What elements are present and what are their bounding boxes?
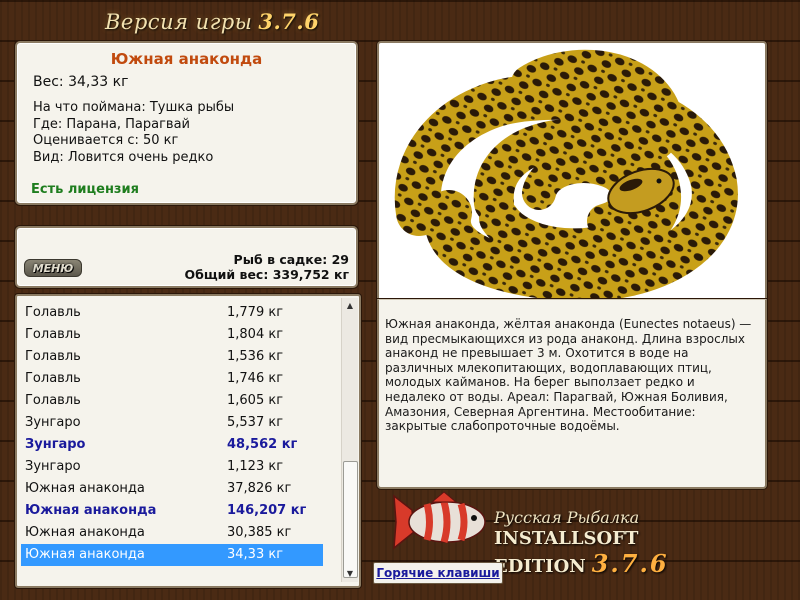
weight-label: Вес: xyxy=(33,74,64,90)
catch-fish-name: Голавль xyxy=(25,371,81,386)
catch-list-row[interactable]: Южная анаконда 30,385 кг xyxy=(21,522,323,544)
version-title: Версия игры 3.7.6 xyxy=(105,9,319,34)
catch-fish-weight: 1,123 кг xyxy=(227,459,284,474)
fish-details: На что поймана: Тушка рыбы Где: Парана, … xyxy=(33,100,356,166)
catch-list-row[interactable]: Зунгаро 1,123 кг xyxy=(21,456,323,478)
location-line: Где: Парана, Парагвай xyxy=(33,116,190,132)
catch-fish-name: Южная анаконда xyxy=(25,525,145,540)
catch-fish-weight: 1,746 кг xyxy=(227,371,284,386)
fish-weight: Вес: 34,33 кг xyxy=(33,74,356,90)
catch-fish-weight: 48,562 кг xyxy=(227,437,298,452)
catch-list-row[interactable]: Голавль 1,536 кг xyxy=(21,346,323,368)
weight-value: 34,33 кг xyxy=(68,74,129,90)
brand-version: 3.7.6 xyxy=(591,549,669,578)
catch-fish-weight: 1,804 кг xyxy=(227,327,284,342)
catch-list-row[interactable]: Южная анаконда 146,207 кг xyxy=(21,500,323,522)
catch-list[interactable]: Голавль 1,779 кг Голавль 1,804 кг Голавль 1,5… xyxy=(15,294,361,588)
catch-fish-weight: 1,605 кг xyxy=(227,393,284,408)
fish-description: Южная анаконда, жёлтая анаконда (Eunecte… xyxy=(385,317,752,434)
catch-fish-name: Южная анаконда xyxy=(25,503,157,518)
catch-list-row[interactable]: Голавль 1,779 кг xyxy=(21,302,323,324)
rarity-line: Вид: Ловится очень редко xyxy=(33,149,214,165)
catch-list-row[interactable]: Голавль 1,746 кг xyxy=(21,368,323,390)
scroll-up-icon[interactable]: ▲ xyxy=(342,298,358,314)
total-weight: Общий вес: 339,752 кг xyxy=(184,267,350,282)
catch-fish-name: Зунгаро xyxy=(25,415,81,430)
fish-logo-icon xyxy=(393,491,486,550)
catch-fish-weight: 37,826 кг xyxy=(227,481,292,496)
keepnet-stats-panel: МЕНЮ Рыб в садке: 29 Общий вес: 339,752 … xyxy=(15,226,358,288)
min-weight-line: Оценивается с: 50 кг xyxy=(33,133,179,148)
catch-list-row[interactable]: Голавль 1,804 кг xyxy=(21,324,323,346)
catch-fish-name: Голавль xyxy=(25,349,81,364)
brand-edition: INSTALLSOFT EDITION 3.7.6 xyxy=(494,528,800,578)
catch-fish-weight: 1,536 кг xyxy=(227,349,284,364)
catch-fish-weight: 34,33 кг xyxy=(227,547,284,562)
catch-fish-weight: 146,207 кг xyxy=(227,503,307,518)
fish-description-panel: Южная анаконда, жёлтая анаконда (Eunecte… xyxy=(377,299,767,489)
fish-info-panel: Южная анаконда Вес: 34,33 кг На что пойм… xyxy=(15,41,358,205)
catch-fish-weight: 30,385 кг xyxy=(227,525,292,540)
catch-list-row[interactable]: Голавль 1,605 кг xyxy=(21,390,323,412)
anaconda-image xyxy=(394,49,738,301)
catch-fish-name: Зунгаро xyxy=(25,459,81,474)
hotkeys-button[interactable]: Горячие клавиши xyxy=(373,562,503,584)
catch-fish-name: Голавль xyxy=(25,327,81,342)
keepnet-stats: Рыб в садке: 29 Общий вес: 339,752 кг xyxy=(185,252,350,282)
catch-fish-name: Зунгаро xyxy=(25,437,86,452)
catch-fish-name: Голавль xyxy=(25,393,81,408)
catch-list-row[interactable]: Зунгаро 5,537 кг xyxy=(21,412,323,434)
fish-count: Рыб в садке: 29 xyxy=(233,252,349,267)
version-number: 3.7.6 xyxy=(258,9,320,34)
catch-fish-weight: 5,537 кг xyxy=(227,415,284,430)
fish-image-panel xyxy=(377,41,767,301)
catch-list-rows: Голавль 1,779 кг Голавль 1,804 кг Голавль 1,5… xyxy=(21,302,323,566)
catch-list-row[interactable]: Южная анаконда 34,33 кг xyxy=(21,544,323,566)
catch-list-scrollbar[interactable]: ▲ ▼ xyxy=(341,298,358,582)
catch-list-row[interactable]: Южная анаконда 37,826 кг xyxy=(21,478,323,500)
menu-button[interactable]: МЕНЮ xyxy=(24,259,82,277)
brand-name: Русская Рыбалка xyxy=(494,508,640,527)
fish-name: Южная анаконда xyxy=(110,50,263,68)
scroll-down-icon[interactable]: ▼ xyxy=(342,566,358,582)
catch-fish-name: Голавль xyxy=(25,305,81,320)
bait-line: На что поймана: Тушка рыбы xyxy=(33,100,235,115)
catch-fish-name: Южная анаконда xyxy=(25,547,145,562)
scroll-thumb[interactable] xyxy=(343,461,358,578)
license-status: Есть лицензия xyxy=(31,182,139,197)
catch-fish-weight: 1,779 кг xyxy=(227,305,284,320)
catch-list-row[interactable]: Зунгаро 48,562 кг xyxy=(21,434,323,456)
version-title-text: Версия игры xyxy=(105,10,253,34)
snake-coils xyxy=(394,49,738,301)
catch-fish-name: Южная анаконда xyxy=(25,481,145,496)
